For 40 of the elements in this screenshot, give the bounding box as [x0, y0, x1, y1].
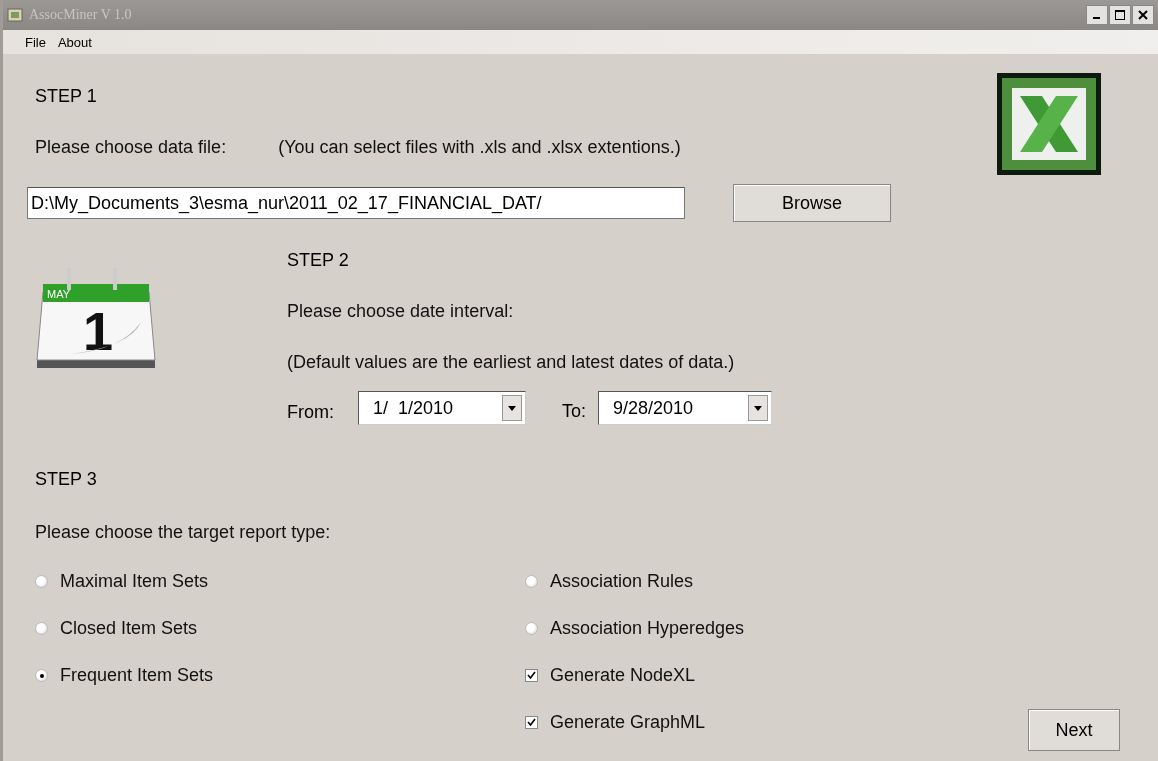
prompt-text: Please choose data file:: [35, 137, 227, 158]
menu-item[interactable]: File: [25, 34, 46, 50]
radio-button[interactable]: [35, 575, 48, 588]
radio-button[interactable]: [35, 622, 48, 635]
option-label[interactable]: Generate NodeXL: [550, 665, 696, 686]
to-label: To:: [562, 400, 586, 422]
radio-button[interactable]: [525, 575, 538, 588]
prompt-text: Please choose the target report type:: [35, 522, 332, 543]
radio-button[interactable]: [525, 622, 538, 635]
next-button[interactable]: Next: [1028, 709, 1120, 751]
date-picker[interactable]: 9/28/2010: [598, 391, 772, 425]
option-label[interactable]: Maximal Item Sets: [60, 571, 209, 592]
file-path-field[interactable]: D:\My_Documents_3\esma_nur\2011_02_17_FINANCIAL_DAT/: [27, 187, 685, 219]
dropdown-arrow-icon: [754, 405, 762, 411]
step-heading: STEP 1: [35, 86, 98, 107]
menu-item[interactable]: About: [57, 34, 92, 50]
date-picker[interactable]: 1/ 1/2010: [358, 391, 526, 425]
app-icon: [7, 7, 23, 23]
hint-text: (You can select files with .xls and .xlsx extentions.): [278, 137, 681, 158]
prompt-text: Please choose date interval:: [287, 301, 515, 322]
close-icon: [1138, 10, 1148, 20]
option-label[interactable]: Generate GraphML: [550, 712, 706, 733]
minimize-button[interactable]: [1086, 5, 1108, 25]
option-label[interactable]: Frequent Item Sets: [60, 665, 214, 686]
step-heading: STEP 3: [35, 469, 98, 490]
from-label: From:: [287, 401, 334, 423]
dropdown-arrow-icon: [508, 405, 516, 411]
option-label[interactable]: Association Hyperedges: [550, 618, 745, 639]
step-heading: STEP 2: [287, 250, 350, 271]
option-label[interactable]: Closed Item Sets: [60, 618, 198, 639]
radio-button[interactable]: [35, 669, 48, 682]
spreadsheet-icon: [996, 72, 1102, 176]
close-button[interactable]: [1132, 5, 1154, 25]
note-text: (Default values are the earliest and latest dates of data.): [287, 352, 736, 373]
maximize-button[interactable]: [1109, 5, 1131, 25]
checkbox[interactable]: [525, 669, 538, 682]
checkbox[interactable]: [525, 716, 538, 729]
option-label[interactable]: Association Rules: [550, 571, 694, 592]
maximize-icon: [1115, 10, 1125, 20]
browse-button[interactable]: Browse: [733, 184, 891, 222]
